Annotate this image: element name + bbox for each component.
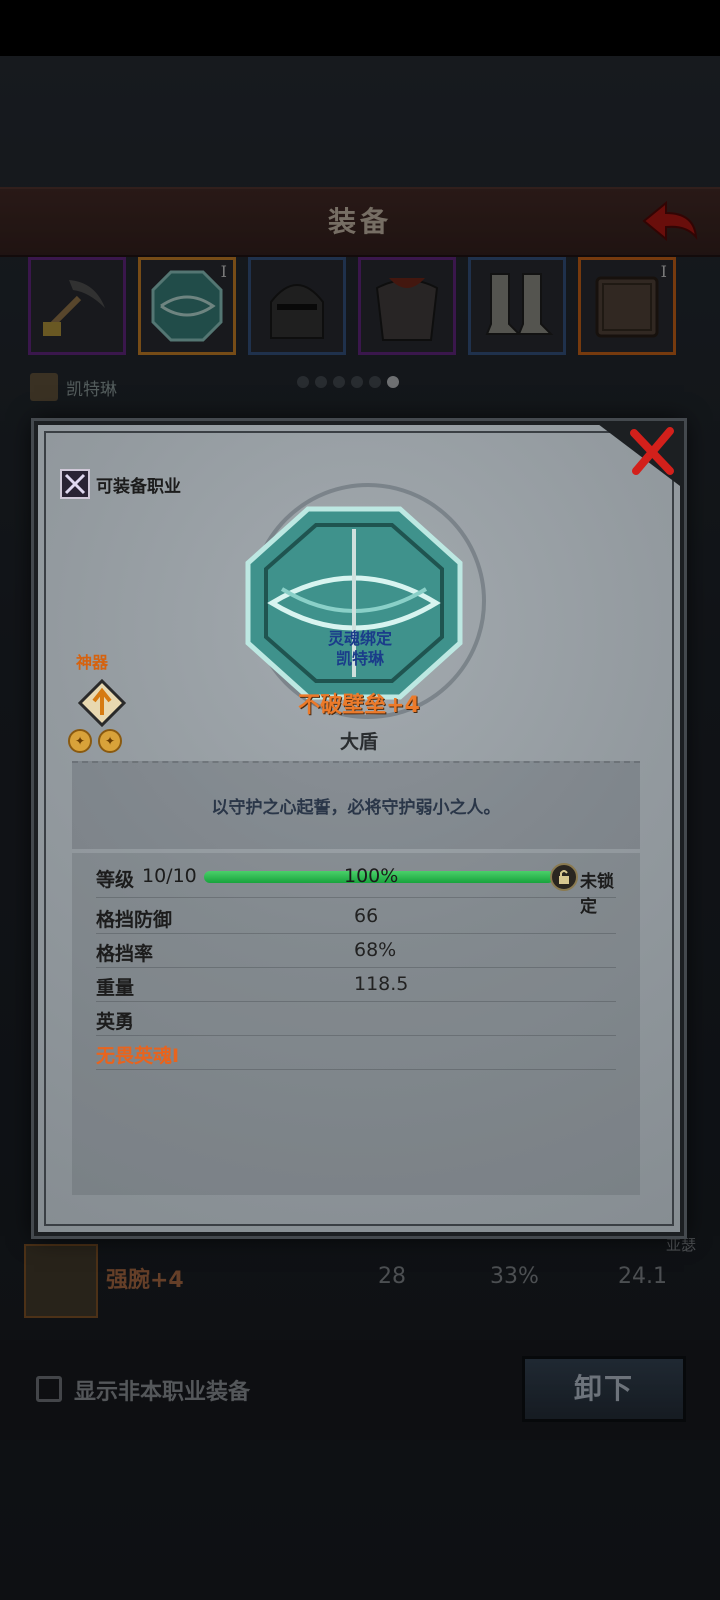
trait-label: 英勇 <box>96 1011 135 1033</box>
header-bar: 装备 <box>0 187 720 257</box>
level-label: 等级 <box>96 869 135 891</box>
show-other-class-checkbox[interactable] <box>36 1376 62 1402</box>
unequip-button[interactable]: 卸下 <box>522 1356 686 1422</box>
list-item-owner: 亚瑟 <box>665 1236 696 1254</box>
class-icon <box>60 469 90 499</box>
pickaxe-icon <box>43 280 105 336</box>
stat-value: 68% <box>354 939 397 961</box>
list-item-value: 33% <box>490 1264 539 1289</box>
stat-label: 格挡防御 <box>96 909 173 931</box>
page-dot[interactable] <box>333 376 345 388</box>
stat-value: 118.5 <box>354 973 409 995</box>
item-type: 大盾 <box>339 731 378 753</box>
tier-badge: I <box>220 262 227 281</box>
artifact-rarity-icon[interactable] <box>78 679 126 727</box>
book-icon <box>595 276 659 338</box>
stats-panel: 等级 10/10 100% 未锁定 格挡防御 66 格挡率 68% 重量 118… <box>72 853 640 1195</box>
helmet-icon <box>270 284 324 339</box>
gem-slots: ✦ ✦ <box>68 729 122 753</box>
soulbound-tag: 灵魂绑定 凯特琳 <box>290 629 430 669</box>
owner-avatar <box>30 373 58 401</box>
checkbox-label: 显示非本职业装备 <box>74 1380 251 1405</box>
description-box: 以守护之心起誓，必将守护弱小之人。 <box>72 761 640 849</box>
status-bar <box>0 0 720 56</box>
list-item[interactable]: 强腕+4 28 33% 24.1 亚瑟 <box>22 1236 702 1332</box>
slot-boots[interactable] <box>468 257 566 355</box>
rarity-label: 神器 <box>76 653 109 672</box>
item-detail-modal: 可装备职业 灵魂绑定 凯特琳 不破壁垒+4 大盾 神器 ✦ ✦ 以守护之心起誓，… <box>34 421 684 1236</box>
boots-icon <box>485 273 554 335</box>
slot-helmet[interactable] <box>248 257 346 355</box>
list-item-name: 强腕+4 <box>106 1268 184 1293</box>
stat-row: 格挡率 68% <box>96 935 616 968</box>
stat-row: 格挡防御 66 <box>96 901 616 934</box>
class-label: 可装备职业 <box>96 476 181 497</box>
stat-value: 66 <box>354 905 379 927</box>
page-dot-active[interactable] <box>387 376 399 388</box>
slot-shield[interactable]: I <box>138 257 236 355</box>
page-dot[interactable] <box>297 376 309 388</box>
equipment-slots: I I <box>28 257 692 361</box>
trait-row: 英勇 <box>96 1003 616 1036</box>
owner-tag: 凯特琳 <box>30 372 117 402</box>
bottom-bar: 显示非本职业装备 卸下 <box>0 1340 720 1440</box>
page-dot[interactable] <box>369 376 381 388</box>
back-arrow-icon[interactable] <box>640 199 700 243</box>
gem-icon[interactable]: ✦ <box>98 729 122 753</box>
slot-pickaxe[interactable] <box>28 257 126 355</box>
slot-book[interactable]: I <box>578 257 676 355</box>
close-icon[interactable] <box>630 427 674 475</box>
gauntlet-icon <box>24 1244 98 1318</box>
skill-row[interactable]: 无畏英魂I <box>96 1037 616 1070</box>
page-dots <box>297 376 399 388</box>
stat-row: 重量 118.5 <box>96 969 616 1002</box>
level-progress-text: 100% <box>344 865 399 887</box>
soulbound-owner: 凯特琳 <box>335 649 384 668</box>
soulbound-label: 灵魂绑定 <box>327 629 392 648</box>
page-dot[interactable] <box>315 376 327 388</box>
level-value: 10/10 <box>142 865 197 887</box>
item-description: 以守护之心起誓，必将守护弱小之人。 <box>211 798 501 818</box>
owner-name: 凯特琳 <box>66 379 117 400</box>
list-item-value: 28 <box>378 1264 406 1289</box>
lock-icon[interactable] <box>550 863 578 891</box>
page-title: 装备 <box>327 205 392 238</box>
gem-icon[interactable]: ✦ <box>68 729 92 753</box>
level-row: 等级 10/10 100% 未锁定 <box>96 857 616 917</box>
slot-armor[interactable] <box>358 257 456 355</box>
armor-icon <box>375 278 439 341</box>
equipable-class[interactable]: 可装备职业 <box>60 469 181 499</box>
stat-label: 重量 <box>96 977 135 999</box>
page-dot[interactable] <box>351 376 363 388</box>
tier-badge: I <box>660 262 667 281</box>
list-item-value: 24.1 <box>618 1264 667 1289</box>
shield-small-icon <box>151 270 223 342</box>
stat-label: 格挡率 <box>96 943 154 965</box>
shield-icon <box>245 506 463 700</box>
skill-label[interactable]: 无畏英魂I <box>96 1041 179 1068</box>
item-name: 不破壁垒+4 <box>298 693 420 718</box>
close-button[interactable] <box>594 421 684 489</box>
